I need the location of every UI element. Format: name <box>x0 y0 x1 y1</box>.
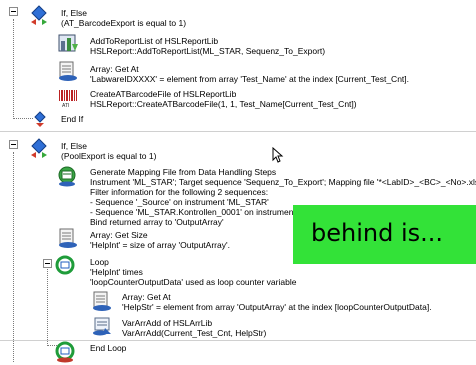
array-get-icon <box>91 290 113 314</box>
barcode-icon: ATI <box>58 88 78 110</box>
array-get-icon <box>57 60 79 84</box>
step-detail: - Sequence '_Source' on instrument 'ML_S… <box>90 197 269 207</box>
step-title: Loop <box>90 257 109 267</box>
step-title: If, Else <box>61 141 87 151</box>
step-detail: VarArrAdd(Current_Test_Cnt, HelpStr) <box>122 328 267 338</box>
step-detail: - Sequence 'ML_STAR.Kontrollen_0001' on … <box>90 207 307 217</box>
step-detail: (AT_BarcodeExport is equal to 1) <box>61 18 187 28</box>
step-title: Array: Get Size <box>90 230 148 240</box>
step-detail: Bind returned array to 'OutputArray' <box>90 217 224 227</box>
step-title: AddToReportList of HSLReportLib <box>90 36 219 46</box>
step-detail: 'LabwareIDXXXX' = element from array 'Te… <box>90 74 410 84</box>
if-else-icon <box>30 5 48 31</box>
vararradd-icon <box>91 315 113 339</box>
step-title: Generate Mapping File from Data Handling… <box>90 167 277 177</box>
step-detail: 'HelpInt' = size of array 'OutputArray'. <box>90 240 230 250</box>
row-separator <box>0 131 476 132</box>
tree-guide <box>13 19 14 119</box>
svg-text:ATI: ATI <box>62 103 69 108</box>
tree-guide <box>13 152 14 362</box>
step-detail: HSLReport::CreateATBarcodeFile(1, 1, Tes… <box>90 99 357 109</box>
add-to-report-icon <box>57 33 79 55</box>
step-title: Array: Get At <box>90 64 139 74</box>
step-title: End If <box>61 114 84 124</box>
tree-guide <box>47 266 48 346</box>
loop-icon <box>55 255 75 277</box>
step-detail: 'HelpInt' times <box>90 267 143 277</box>
step-detail: 'HelpStr' = element from array 'OutputAr… <box>122 302 432 312</box>
mapping-file-icon <box>57 165 77 189</box>
tree-guide <box>13 118 33 119</box>
end-if-icon <box>33 110 47 130</box>
collapse-toggle[interactable] <box>9 140 18 149</box>
step-title: If, Else <box>61 8 87 18</box>
step-title: Array: Get At <box>122 292 171 302</box>
array-size-icon <box>57 227 79 251</box>
collapse-toggle[interactable] <box>9 7 18 16</box>
step-detail: Filter information for the following 2 s… <box>90 187 269 197</box>
step-detail: (PoolExport is equal to 1) <box>61 151 157 161</box>
step-detail: 'loopCounterOutputData' used as loop cou… <box>90 277 297 287</box>
overlay-text: behind is... <box>311 219 444 247</box>
step-detail: HSLReport::AddToReportList(ML_STAR, Sequ… <box>90 46 326 56</box>
step-detail: Instrument 'ML_STAR'; Target sequence 'S… <box>90 177 476 187</box>
mouse-cursor-icon <box>272 146 284 165</box>
step-title: CreateATBarcodeFile of HSLReportLib <box>90 89 237 99</box>
overlay-banner: behind is... <box>293 205 476 264</box>
end-loop-icon <box>55 341 75 365</box>
step-title: VarArrAdd of HSLArrLib <box>122 318 213 328</box>
step-title: End Loop <box>90 343 127 353</box>
collapse-toggle[interactable] <box>43 259 52 268</box>
if-else-icon <box>30 138 48 164</box>
